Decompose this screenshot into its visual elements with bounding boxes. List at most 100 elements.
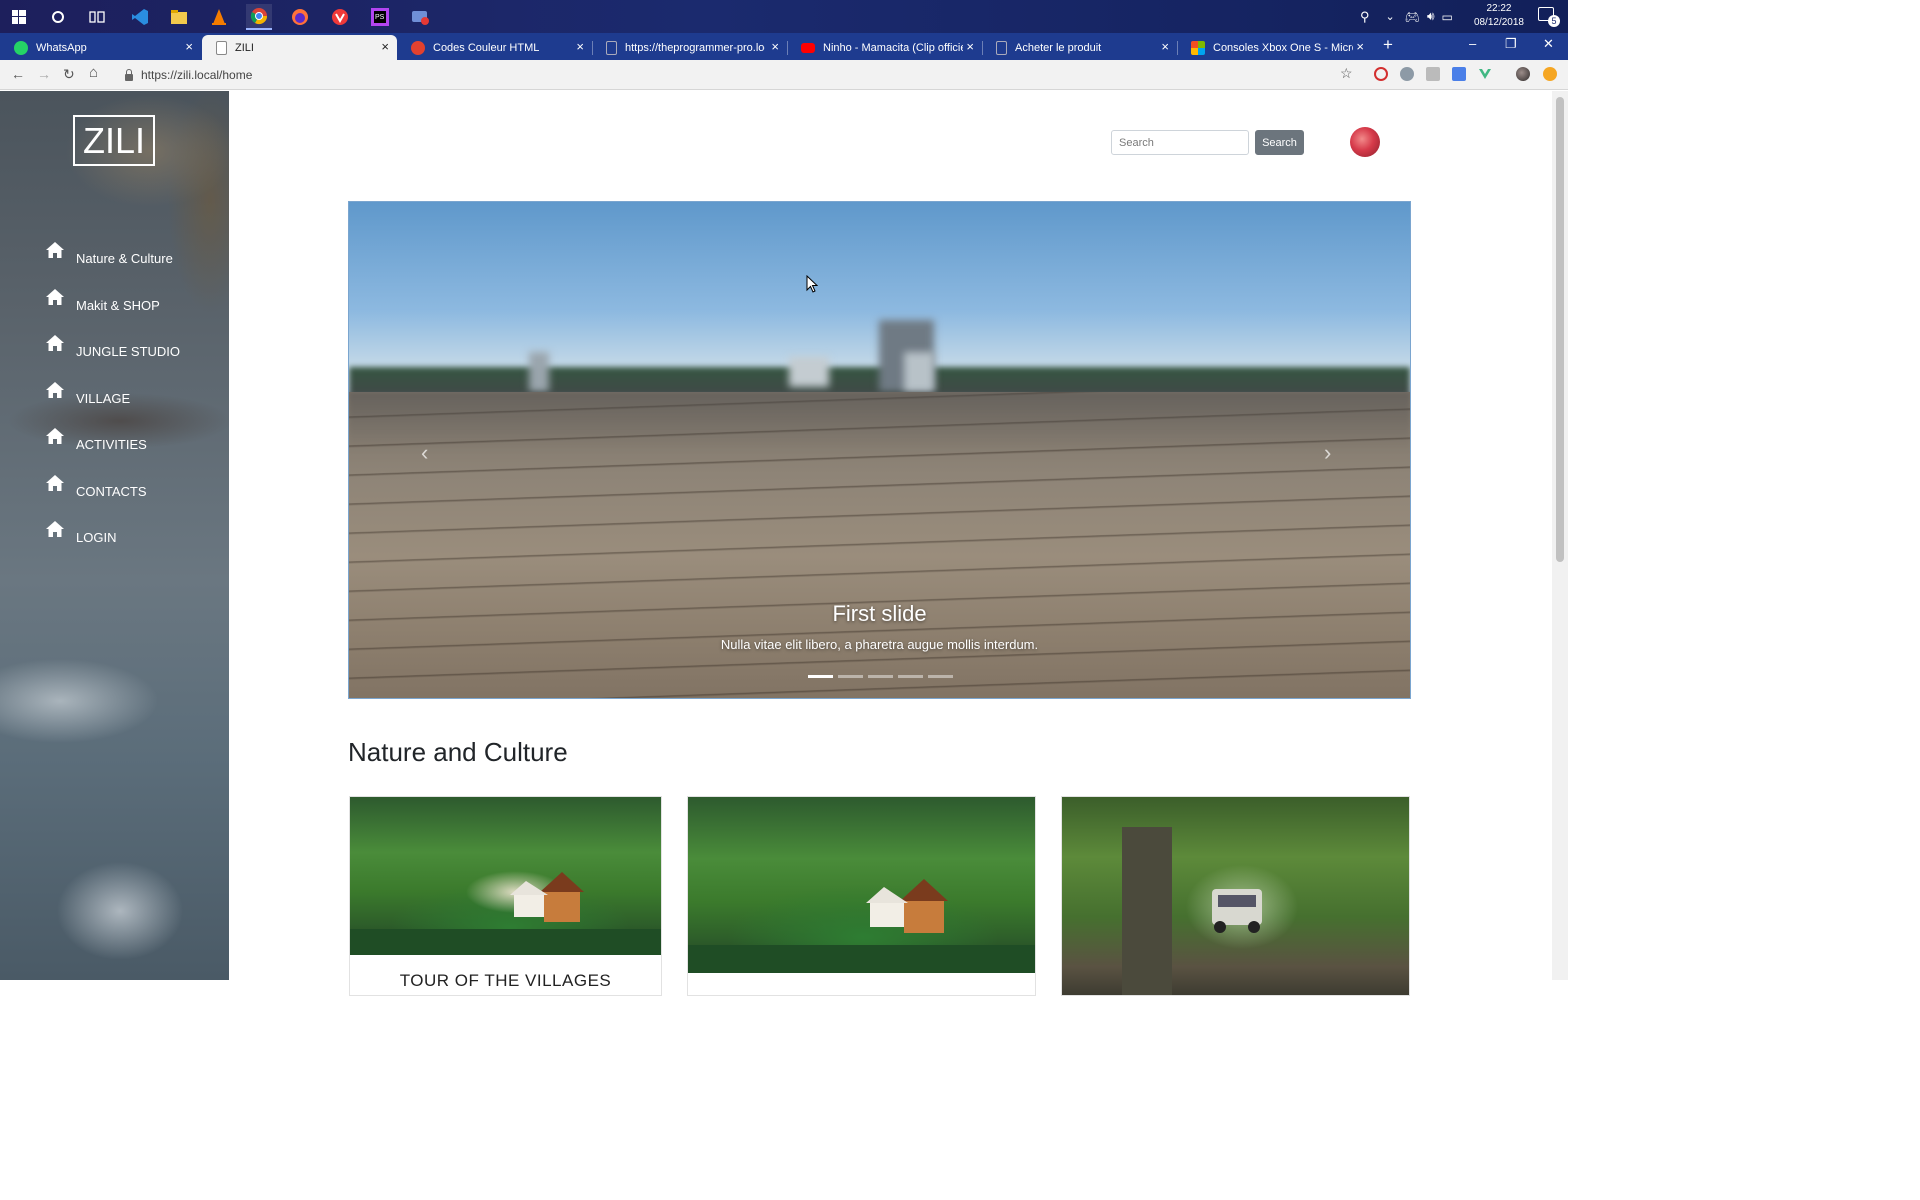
forward-icon[interactable]: → (37, 66, 51, 82)
carousel-indicator[interactable] (898, 675, 923, 678)
sidebar-item-village[interactable]: VILLAGE (45, 380, 130, 406)
home-icon (46, 521, 64, 537)
tab-whatsapp[interactable]: WhatsApp × (0, 35, 201, 60)
page-icon (996, 40, 1007, 55)
firefox-icon[interactable] (287, 4, 313, 30)
volume-icon[interactable]: 🔊︎ (1427, 9, 1435, 24)
url-text: https://zili.local/home (141, 68, 253, 82)
chevron-right-icon[interactable]: › (1324, 440, 1331, 466)
tab-label: https://theprogrammer-pro.local (625, 41, 765, 54)
profile-avatar[interactable] (1516, 67, 1530, 81)
cortana-search-icon[interactable] (45, 4, 71, 30)
tab-zili[interactable]: ZILI × (202, 35, 397, 60)
task-view-icon[interactable] (84, 4, 110, 30)
action-center-icon[interactable]: 5 (1538, 7, 1560, 27)
browser-toolbar: ← → ↻ ⌂ https://zili.local/home ☆ (0, 60, 1568, 90)
carousel-caption-text: Nulla vitae elit libero, a pharetra augu… (720, 637, 1039, 652)
chrome-icon[interactable] (246, 4, 272, 30)
chevron-up-icon[interactable]: ⌄ (1386, 10, 1395, 23)
youtube-icon (801, 42, 815, 53)
card-tour-villages[interactable]: TOUR OF THE VILLAGES (349, 796, 662, 996)
carousel-indicator[interactable] (868, 675, 893, 678)
sidebar-item-label: CONTACTS (76, 484, 147, 499)
home-icon (46, 382, 64, 398)
user-avatar[interactable] (1350, 127, 1380, 157)
update-icon[interactable] (1543, 67, 1557, 81)
lock-icon (125, 68, 133, 81)
vlc-icon[interactable] (206, 4, 232, 30)
tab-youtube[interactable]: Ninho - Mamacita (Clip officiel) - × (787, 35, 982, 60)
hero-carousel: ‹ › First slide Nulla vitae elit libero,… (348, 201, 1411, 699)
card-nature[interactable] (687, 796, 1036, 996)
notification-count: 5 (1548, 15, 1560, 27)
svg-text:PS: PS (375, 14, 385, 21)
vscode-icon[interactable] (127, 4, 153, 30)
vue-devtools-icon[interactable] (1478, 67, 1492, 81)
sidebar-item-nature-culture[interactable]: Nature & Culture (45, 240, 173, 266)
bookmark-star-icon[interactable]: ☆ (1340, 65, 1353, 82)
extension-icon[interactable] (1400, 67, 1414, 81)
minimize-icon[interactable]: – (1469, 36, 1476, 51)
system-clock[interactable]: 22:22 08/12/2018 (1474, 2, 1524, 30)
card-jungle[interactable] (1061, 796, 1410, 996)
phpstorm-icon[interactable]: PS (367, 4, 393, 30)
close-icon[interactable]: × (966, 39, 974, 54)
page-scrollbar[interactable] (1552, 91, 1568, 980)
window-close-icon[interactable]: ✕ (1543, 36, 1554, 52)
sidebar-item-contacts[interactable]: CONTACTS (45, 473, 147, 499)
card-image (350, 797, 661, 955)
network-icon[interactable]: ▭ (1442, 10, 1453, 24)
chevron-left-icon[interactable]: ‹ (421, 440, 428, 466)
carousel-indicator[interactable] (838, 675, 863, 678)
windows-start-icon[interactable] (6, 4, 32, 30)
home-icon[interactable]: ⌂ (89, 64, 98, 81)
sidebar-item-label: Nature & Culture (76, 251, 173, 266)
back-icon[interactable]: ← (11, 66, 25, 82)
clock-date: 08/12/2018 (1473, 17, 1524, 28)
home-icon (46, 428, 64, 444)
carousel-indicator[interactable] (808, 675, 833, 678)
sidebar-item-jungle-studio[interactable]: JUNGLE STUDIO (45, 333, 180, 359)
sidebar-item-login[interactable]: LOGIN (45, 519, 116, 545)
sidebar-item-label: ACTIVITIES (76, 437, 147, 452)
carousel-image-tower (789, 357, 829, 387)
new-tab-icon[interactable]: + (1383, 35, 1393, 55)
close-icon[interactable]: × (771, 39, 779, 54)
tab-label: WhatsApp (36, 41, 87, 54)
carousel-indicator[interactable] (928, 675, 953, 678)
reload-icon[interactable]: ↻ (63, 66, 75, 83)
scrollbar-thumb[interactable] (1556, 97, 1564, 562)
close-icon[interactable]: × (576, 39, 584, 54)
tab-acheter[interactable]: Acheter le produit × (982, 35, 1177, 60)
close-icon[interactable]: × (1356, 39, 1364, 54)
site-logo[interactable]: ZILI (73, 115, 155, 166)
tab-xbox[interactable]: Consoles Xbox One S - Microsoft × (1177, 35, 1372, 60)
sidebar-item-label: JUNGLE STUDIO (76, 344, 181, 359)
close-icon[interactable]: × (381, 39, 389, 54)
whatsapp-icon (14, 40, 28, 55)
card-image (688, 797, 1035, 973)
carousel-image-tower (904, 352, 934, 392)
screen-recorder-icon[interactable] (407, 4, 433, 30)
extension-icon[interactable] (1426, 67, 1440, 81)
adblock-extension-icon[interactable] (1374, 67, 1388, 81)
close-icon[interactable]: × (185, 39, 193, 54)
home-icon (46, 475, 64, 491)
restore-icon[interactable]: ❐ (1505, 36, 1517, 52)
game-controller-icon[interactable]: 🎮︎ (1405, 10, 1420, 24)
clock-time: 22:22 (1486, 3, 1512, 14)
tab-codes-couleur[interactable]: Codes Couleur HTML × (397, 35, 592, 60)
close-icon[interactable]: × (1161, 39, 1169, 54)
tab-theprogrammer[interactable]: https://theprogrammer-pro.local × (592, 35, 787, 60)
sidebar-item-activities[interactable]: ACTIVITIES (45, 426, 147, 452)
search-button[interactable]: Search (1255, 130, 1304, 155)
address-bar[interactable]: https://zili.local/home (118, 64, 1360, 86)
sidebar-item-makit-shop[interactable]: Makit & SHOP (45, 287, 160, 313)
translate-extension-icon[interactable] (1452, 67, 1466, 81)
vivaldi-icon[interactable] (327, 4, 353, 30)
people-icon[interactable]: ⚲ (1360, 9, 1370, 25)
search-input[interactable] (1111, 130, 1249, 155)
tab-label: Consoles Xbox One S - Microsoft (1213, 41, 1353, 54)
sidebar-item-label: VILLAGE (76, 391, 131, 406)
file-explorer-icon[interactable] (166, 4, 192, 30)
